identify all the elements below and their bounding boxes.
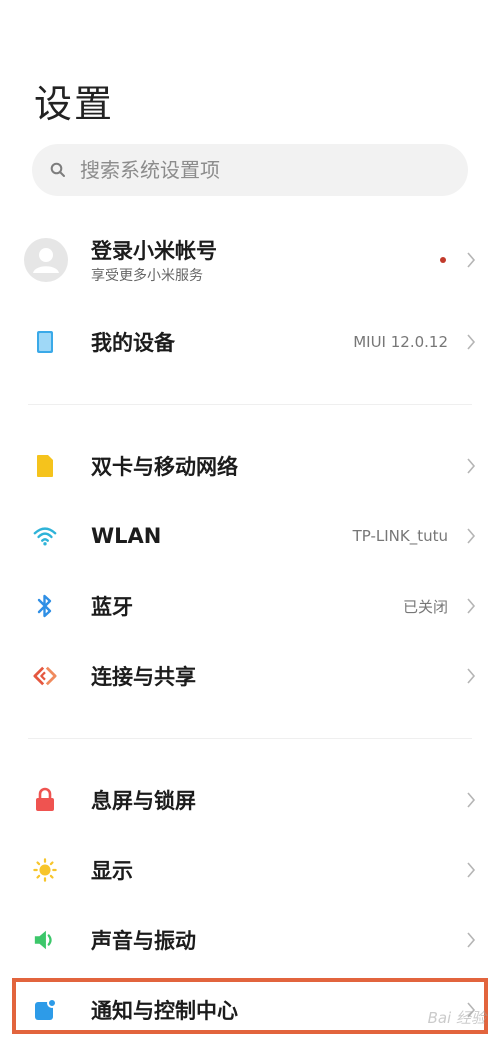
- account-subtitle: 享受更多小米服务: [91, 268, 203, 284]
- lock-icon: [33, 787, 57, 812]
- chevron-right-icon: [467, 598, 476, 614]
- settings-item-label: 双卡与移动网络: [91, 455, 238, 479]
- settings-item-label: WLAN: [91, 524, 162, 548]
- user-avatar-icon: [33, 248, 59, 273]
- speaker-icon: [33, 928, 57, 952]
- settings-item-label: 声音与振动: [91, 929, 196, 953]
- watermark: Bai 经验: [427, 1009, 486, 1027]
- chevron-right-icon: [467, 252, 476, 268]
- device-icon: [33, 330, 57, 354]
- account-row[interactable]: 登录小米帐号 享受更多小米服务: [0, 225, 500, 295]
- settings-item-value: 已关闭: [402, 597, 448, 616]
- settings-item-label: 息屏与锁屏: [91, 789, 196, 813]
- search-icon: [50, 162, 65, 177]
- highlight-annotation-frame: [12, 978, 488, 1034]
- section-divider: [28, 738, 472, 739]
- search-input[interactable]: [80, 158, 420, 182]
- settings-item-my-device[interactable]: 我的设备 MIUI 12.0.12: [0, 307, 500, 377]
- settings-item-sim[interactable]: 双卡与移动网络: [0, 431, 500, 501]
- search-bar[interactable]: [32, 144, 468, 196]
- bluetooth-icon: [33, 594, 57, 618]
- wifi-icon: [33, 524, 57, 548]
- account-title: 登录小米帐号: [91, 239, 217, 263]
- settings-item-label: 蓝牙: [91, 595, 133, 619]
- settings-item-connection[interactable]: 连接与共享: [0, 641, 500, 711]
- chevron-right-icon: [467, 528, 476, 544]
- chevron-right-icon: [467, 334, 476, 350]
- settings-item-sound[interactable]: 声音与振动: [0, 905, 500, 975]
- page-title: 设置: [34, 82, 115, 126]
- chevron-right-icon: [467, 862, 476, 878]
- settings-item-display[interactable]: 显示: [0, 835, 500, 905]
- share-connection-icon: [33, 664, 57, 688]
- chevron-right-icon: [467, 932, 476, 948]
- settings-item-lock-screen[interactable]: 息屏与锁屏: [0, 765, 500, 835]
- chevron-right-icon: [467, 458, 476, 474]
- chevron-right-icon: [467, 792, 476, 808]
- settings-item-bluetooth[interactable]: 蓝牙 已关闭: [0, 571, 500, 641]
- settings-item-label: 显示: [91, 859, 133, 883]
- settings-item-wlan[interactable]: WLAN TP-LINK_tutu: [0, 501, 500, 571]
- sim-card-icon: [33, 454, 57, 478]
- section-divider: [28, 404, 472, 405]
- settings-item-label: 连接与共享: [91, 665, 196, 689]
- notification-dot-badge: [440, 257, 446, 263]
- settings-item-value: TP-LINK_tutu: [352, 527, 448, 545]
- avatar: [24, 238, 68, 282]
- settings-item-label: 我的设备: [91, 331, 175, 355]
- settings-item-value: MIUI 12.0.12: [353, 333, 448, 351]
- sun-icon: [33, 858, 57, 882]
- chevron-right-icon: [467, 668, 476, 684]
